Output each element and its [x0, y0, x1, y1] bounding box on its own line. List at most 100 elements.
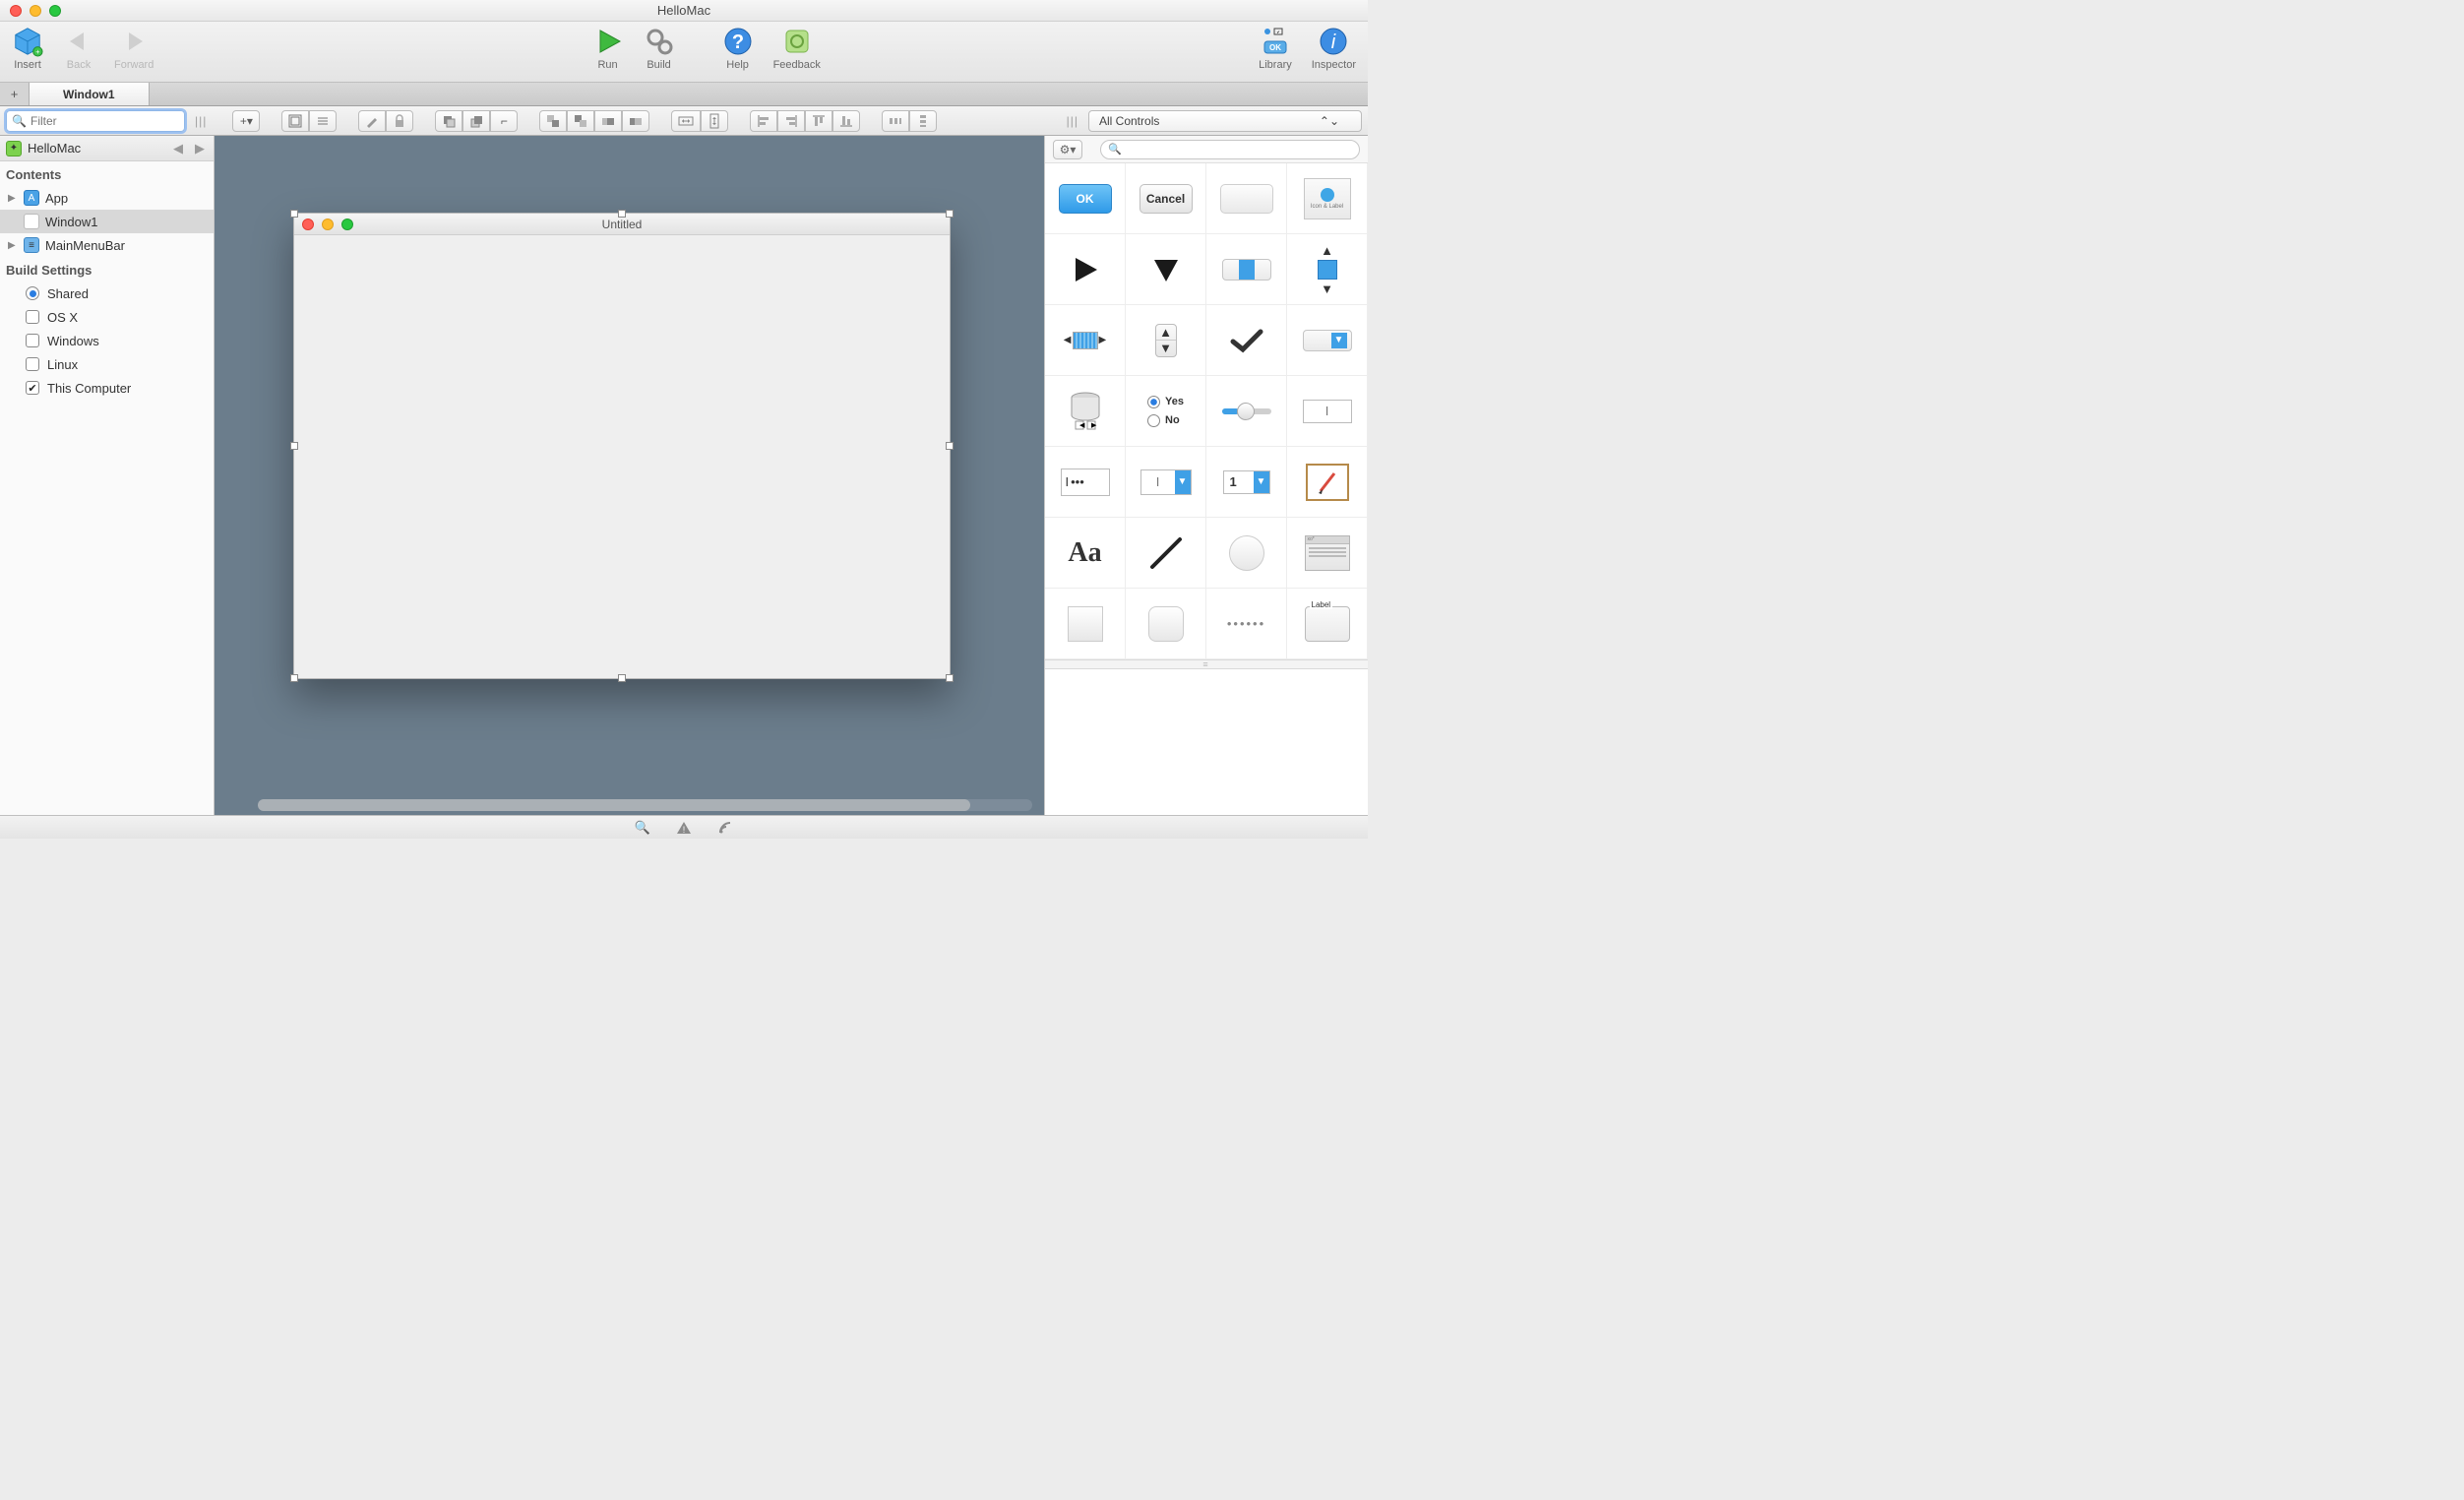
- resize-handle[interactable]: [618, 674, 626, 682]
- svg-text:OK: OK: [1269, 43, 1281, 52]
- search-status-icon[interactable]: 🔍: [635, 820, 650, 836]
- back-button[interactable]: Back: [59, 26, 98, 71]
- library-button[interactable]: ✔OK Library: [1255, 26, 1296, 71]
- space-horiz-button[interactable]: [882, 110, 909, 132]
- group3-button[interactable]: [594, 110, 622, 132]
- library-splitter[interactable]: ≡: [1045, 659, 1368, 669]
- control-scrollbar[interactable]: ◀▶: [1045, 305, 1126, 376]
- control-line[interactable]: [1126, 518, 1206, 589]
- app-icon: A: [24, 190, 39, 206]
- tree-item-window1[interactable]: Window1: [0, 210, 214, 233]
- navigator-filter[interactable]: 🔍: [6, 110, 185, 132]
- control-oval[interactable]: [1206, 518, 1287, 589]
- warning-status-icon[interactable]: !: [676, 820, 692, 836]
- control-canvas[interactable]: [1287, 447, 1368, 518]
- navigator-pane: ✦ HelloMac ◀ ▶ Contents ▶ A App Window1 …: [0, 136, 215, 815]
- nav-back-button[interactable]: ◀: [170, 141, 186, 156]
- add-control-button[interactable]: +▾: [232, 110, 260, 132]
- control-combobox[interactable]: I▼: [1126, 447, 1206, 518]
- resize-handle[interactable]: [290, 674, 298, 682]
- library-search-input[interactable]: [1100, 140, 1360, 159]
- resize-handle[interactable]: [946, 674, 954, 682]
- scroll-thumb[interactable]: [258, 799, 970, 811]
- control-password[interactable]: I•••: [1045, 447, 1126, 518]
- order-forward-button[interactable]: [462, 110, 490, 132]
- group4-button[interactable]: [622, 110, 649, 132]
- build-windows[interactable]: Windows: [0, 329, 214, 352]
- resize-handle[interactable]: [946, 442, 954, 450]
- control-rectangle[interactable]: [1045, 589, 1126, 659]
- tab-window1[interactable]: Window1: [30, 83, 150, 105]
- control-database[interactable]: ◀▶: [1045, 376, 1126, 447]
- resize-handle[interactable]: [946, 210, 954, 218]
- gears-icon: [644, 26, 675, 57]
- pane-handle-icon[interactable]: |||: [193, 114, 209, 128]
- order-backward-button[interactable]: ⌐: [490, 110, 518, 132]
- control-roundrect[interactable]: [1126, 589, 1206, 659]
- design-window[interactable]: Untitled: [293, 213, 951, 679]
- group2-button[interactable]: [567, 110, 594, 132]
- resize-handle[interactable]: [618, 210, 626, 218]
- control-label-large[interactable]: Aa: [1045, 518, 1126, 589]
- disclosure-icon[interactable]: ▶: [8, 193, 18, 204]
- align-bottom-button[interactable]: [832, 110, 860, 132]
- filter-input[interactable]: [6, 110, 185, 132]
- resize-handle[interactable]: [290, 442, 298, 450]
- control-groupbox[interactable]: Label: [1287, 589, 1368, 659]
- add-tab-button[interactable]: +: [0, 83, 30, 105]
- view-mode-layout-button[interactable]: [281, 110, 309, 132]
- build-linux[interactable]: Linux: [0, 352, 214, 376]
- rss-status-icon[interactable]: [717, 820, 733, 836]
- control-generic-button[interactable]: [1206, 163, 1287, 234]
- forward-button[interactable]: Forward: [110, 26, 157, 71]
- control-slider[interactable]: [1206, 376, 1287, 447]
- resize-handle[interactable]: [290, 210, 298, 218]
- control-textfield[interactable]: I: [1287, 376, 1368, 447]
- control-disclosure-right[interactable]: [1045, 234, 1126, 305]
- tree-item-mainmenubar[interactable]: ▶ ≡ MainMenuBar: [0, 233, 214, 257]
- view-mode-list-button[interactable]: [309, 110, 337, 132]
- disclosure-icon[interactable]: ▶: [8, 240, 18, 251]
- align-left-button[interactable]: [750, 110, 777, 132]
- control-stepper[interactable]: ▲▼: [1287, 234, 1368, 305]
- control-separator[interactable]: ••••••: [1206, 589, 1287, 659]
- library-filter-dropdown[interactable]: All Controls ⌃⌄: [1088, 110, 1362, 132]
- inspector-button[interactable]: i Inspector: [1308, 26, 1360, 71]
- align-top-button[interactable]: [805, 110, 832, 132]
- control-segmented[interactable]: [1206, 234, 1287, 305]
- control-updown[interactable]: ▲▼: [1126, 305, 1206, 376]
- canvas-scrollbar[interactable]: [258, 799, 1032, 811]
- lock-button[interactable]: [386, 110, 413, 132]
- layout-canvas[interactable]: Untitled: [215, 136, 1045, 815]
- control-radio[interactable]: YesNo: [1126, 376, 1206, 447]
- space-vert-button[interactable]: [909, 110, 937, 132]
- build-osx[interactable]: OS X: [0, 305, 214, 329]
- build-shared[interactable]: Shared: [0, 281, 214, 305]
- stepper-chip: ▲▼: [1318, 243, 1337, 296]
- pane-handle-right-icon[interactable]: |||: [1065, 114, 1080, 128]
- order-front-button[interactable]: [435, 110, 462, 132]
- control-numberfield[interactable]: 1▼: [1206, 447, 1287, 518]
- control-disclosure-down[interactable]: [1126, 234, 1206, 305]
- control-popup[interactable]: ▼: [1287, 305, 1368, 376]
- group1-button[interactable]: [539, 110, 567, 132]
- tree-item-app[interactable]: ▶ A App: [0, 186, 214, 210]
- help-button[interactable]: ? Help: [718, 26, 758, 71]
- library-options-button[interactable]: ⚙▾: [1053, 140, 1082, 159]
- control-bevel-button[interactable]: Icon & Label: [1287, 163, 1368, 234]
- build-button[interactable]: Build: [640, 26, 679, 71]
- feedback-button[interactable]: Feedback: [770, 26, 825, 71]
- control-cancel-button[interactable]: Cancel: [1126, 163, 1206, 234]
- fill-height-button[interactable]: [701, 110, 728, 132]
- align-right-button[interactable]: [777, 110, 805, 132]
- control-listbox[interactable]: xo*: [1287, 518, 1368, 589]
- nav-forward-button[interactable]: ▶: [192, 141, 208, 156]
- build-label: OS X: [47, 310, 78, 325]
- edit-button[interactable]: [358, 110, 386, 132]
- build-this-computer[interactable]: ✔This Computer: [0, 376, 214, 400]
- run-button[interactable]: Run: [588, 26, 628, 71]
- fill-width-button[interactable]: [671, 110, 701, 132]
- control-default-button[interactable]: OK: [1045, 163, 1126, 234]
- insert-button[interactable]: + Insert: [8, 26, 47, 71]
- control-checkbox[interactable]: [1206, 305, 1287, 376]
